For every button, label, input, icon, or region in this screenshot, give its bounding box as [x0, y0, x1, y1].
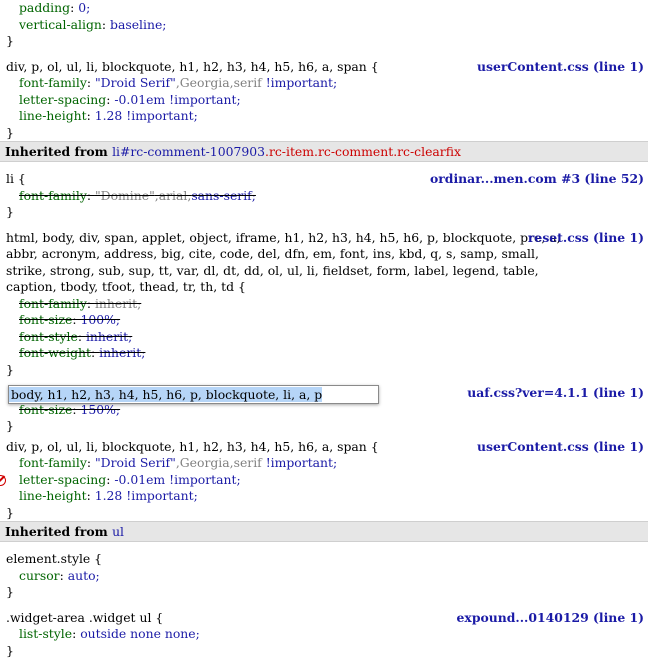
property-value[interactable]: 0; — [78, 0, 90, 15]
css-property-overridden[interactable]: font-family: inherit; — [6, 296, 642, 313]
property-value[interactable]: -0.01em !important; — [114, 92, 240, 107]
property-value-important: !important; — [262, 75, 337, 90]
property-name[interactable]: line-height — [19, 108, 87, 123]
rule-selector[interactable]: element.style { — [6, 551, 642, 568]
property-value[interactable]: inherit; — [95, 296, 141, 311]
property-name[interactable]: padding — [19, 0, 70, 15]
property-value[interactable]: auto; — [68, 568, 100, 583]
inherited-from-header: Inherited from ul — [0, 521, 648, 542]
property-name[interactable]: font-family — [19, 188, 87, 203]
inherited-label: Inherited from — [5, 144, 108, 159]
css-property-overridden[interactable]: font-style: inherit; — [6, 329, 642, 346]
property-value[interactable]: baseline; — [110, 17, 166, 32]
property-value-unused[interactable]: "Domine" — [95, 188, 155, 203]
disable-property-icon[interactable] — [0, 475, 6, 486]
property-value[interactable]: "Droid Serif" — [95, 75, 176, 90]
css-rule-usercontent-2: div, p, ol, ul, li, blockquote, h1, h2, … — [0, 439, 648, 522]
property-name[interactable]: list-style — [19, 626, 72, 641]
rule-close-brace: } — [6, 505, 642, 522]
css-rule-uaf: body, h1, h2, h3, h4, h5, h6, p, blockqu… — [0, 385, 648, 435]
rule-close-brace: } — [6, 125, 642, 142]
rule-close-brace: } — [6, 418, 642, 435]
css-property[interactable]: font-family: "Droid Serif",Georgia,serif… — [6, 75, 642, 92]
rule-source-link[interactable]: userContent.css (line 1) — [477, 59, 644, 76]
rule-selector-line[interactable]: strike, strong, sub, sup, tt, var, dl, d… — [6, 263, 642, 280]
css-property[interactable]: list-style: outside none none; — [6, 626, 642, 643]
property-name[interactable]: font-size — [19, 312, 72, 327]
property-name[interactable]: line-height — [19, 488, 87, 503]
css-property-overridden[interactable]: font-size: 100%; — [6, 312, 642, 329]
css-property-overridden[interactable]: font-size: 150%; — [6, 402, 642, 419]
rule-close-brace: } — [6, 33, 642, 50]
inherited-element-link[interactable]: ul — [112, 524, 124, 539]
inherited-label: Inherited from — [5, 524, 108, 539]
inherited-element-classes[interactable]: .rc-item.rc-comment.rc-clearfix — [265, 144, 461, 159]
css-rule-li: li { ordinar...men.com #3 (line 52) font… — [0, 171, 648, 221]
property-name[interactable]: font-size — [19, 402, 72, 417]
property-value[interactable]: -0.01em !important; — [114, 472, 240, 487]
property-name[interactable]: font-weight — [19, 345, 91, 360]
css-rule-reset: html, body, div, span, applet, object, i… — [0, 230, 648, 379]
property-value[interactable]: 100%; — [81, 312, 121, 327]
css-rule-widget-area: .widget-area .widget ul { expound...0140… — [0, 610, 648, 659]
css-property[interactable]: cursor: auto; — [6, 568, 642, 585]
rule-close-brace: } — [6, 204, 642, 221]
css-property[interactable]: letter-spacing: -0.01em !important; — [6, 472, 642, 489]
rule-source-link[interactable]: uaf.css?ver=4.1.1 (line 1) — [467, 385, 644, 402]
css-rule-reset-tail: padding: 0; vertical-align: baseline; } — [0, 0, 648, 50]
selector-edit-text[interactable]: body, h1, h2, h3, h4, h5, h6, p, blockqu… — [9, 387, 322, 402]
css-property[interactable]: letter-spacing: -0.01em !important; — [6, 92, 642, 109]
property-name[interactable]: font-family — [19, 296, 87, 311]
rule-selector-line[interactable]: caption, tbody, tfoot, thead, tr, th, td… — [6, 279, 642, 296]
property-value[interactable]: inherit; — [86, 329, 132, 344]
css-property[interactable]: line-height: 1.28 !important; — [6, 488, 642, 505]
property-value-important: !important; — [262, 455, 337, 470]
property-value-unused: ,Georgia,serif — [176, 455, 262, 470]
css-rule-element-style: element.style { cursor: auto; } — [0, 551, 648, 601]
css-property-overridden[interactable]: font-weight: inherit; — [6, 345, 642, 362]
property-value-unused: ,arial, — [155, 188, 192, 203]
rule-selector-line[interactable]: abbr, acronym, address, big, cite, code,… — [6, 246, 642, 263]
property-name[interactable]: font-family — [19, 75, 87, 90]
property-value: sans-serif; — [191, 188, 256, 203]
property-value-unused: ,Georgia,serif — [176, 75, 262, 90]
property-value[interactable]: 150%; — [81, 402, 121, 417]
rule-close-brace: } — [6, 362, 642, 379]
property-value[interactable]: 1.28 !important; — [95, 488, 198, 503]
inherited-from-header: Inherited from li#rc-comment-1007903.rc-… — [0, 141, 648, 162]
property-value[interactable]: 1.28 !important; — [95, 108, 198, 123]
css-rule-usercontent: div, p, ol, ul, li, blockquote, h1, h2, … — [0, 59, 648, 142]
property-name[interactable]: font-style — [19, 329, 78, 344]
property-name[interactable]: cursor — [19, 568, 60, 583]
css-property[interactable]: line-height: 1.28 !important; — [6, 108, 642, 125]
property-name[interactable]: letter-spacing — [19, 472, 106, 487]
css-property[interactable]: vertical-align: baseline; — [6, 17, 642, 34]
rule-source-link[interactable]: userContent.css (line 1) — [477, 439, 644, 456]
rule-source-link[interactable]: ordinar...men.com #3 (line 52) — [430, 171, 644, 188]
rule-source-link[interactable]: expound...0140129 (line 1) — [457, 610, 644, 627]
css-property-overridden[interactable]: font-family: "Domine",arial,sans-serif; — [6, 188, 642, 205]
css-property[interactable]: padding: 0; — [6, 0, 642, 17]
property-value[interactable]: inherit; — [99, 345, 145, 360]
rule-close-brace: } — [6, 584, 642, 601]
inherited-element-link[interactable]: li#rc-comment-1007903 — [112, 144, 265, 159]
rule-source-link[interactable]: reset.css (line 1) — [528, 230, 644, 247]
css-property[interactable]: font-family: "Droid Serif",Georgia,serif… — [6, 455, 642, 472]
property-value[interactable]: "Droid Serif" — [95, 455, 176, 470]
rule-close-brace: } — [6, 643, 642, 659]
property-name[interactable]: letter-spacing — [19, 92, 106, 107]
property-value[interactable]: outside none none; — [80, 626, 200, 641]
property-name[interactable]: font-family — [19, 455, 87, 470]
property-name[interactable]: vertical-align — [19, 17, 102, 32]
